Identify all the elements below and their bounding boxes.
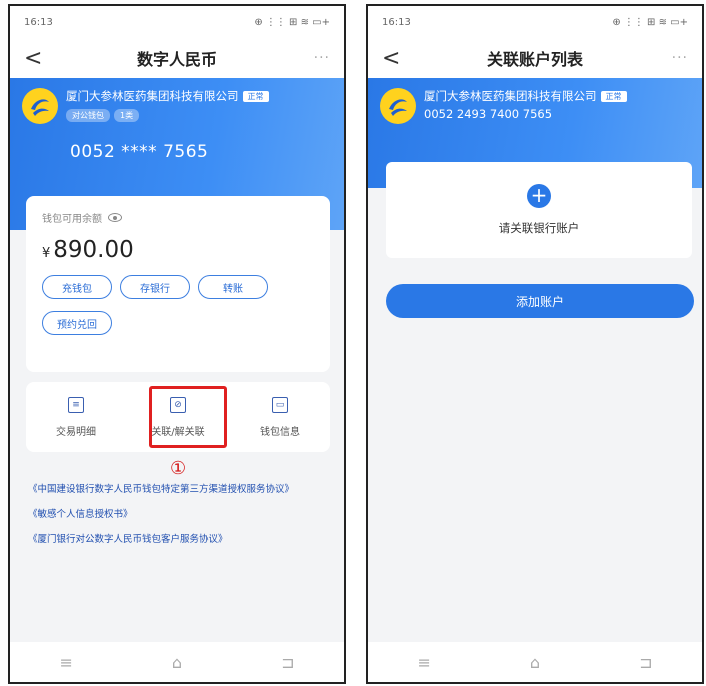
top-up-button[interactable]: 充钱包 [42, 275, 112, 299]
more-icon[interactable]: ··· [658, 50, 688, 66]
status-bar: 16:13 ⊕ ⋮⋮ ⊞ ≋ ▭+ [10, 6, 344, 38]
agreement-link-ccb[interactable]: 《中国建设银行数字人民币钱包特定第三方渠道授权服务协议》 [28, 482, 334, 497]
system-nav-bar: ≡ ⌂ ⊐ [368, 642, 702, 682]
link-icon: ⊘ [170, 396, 186, 413]
wallet-info-button[interactable]: ▭ 钱包信息 [236, 396, 324, 438]
list-icon: ≡ [68, 396, 84, 413]
agreement-links: 《中国建设银行数字人民币钱包特定第三方渠道授权服务协议》 《敏感个人信息授权书》… [28, 482, 334, 557]
back-icon[interactable]: < [24, 46, 54, 71]
reserve-redeem-button[interactable]: 预约兑回 [42, 311, 112, 335]
bank-logo [22, 88, 58, 124]
account-number: 0052 **** 7565 [70, 142, 209, 162]
wallet-level-tag: 1类 [114, 109, 140, 122]
back-nav-icon[interactable]: ⊐ [281, 653, 294, 672]
page-title: 数字人民币 [136, 50, 217, 69]
transaction-details-button[interactable]: ≡ 交易明细 [32, 396, 120, 438]
link-unlink-button[interactable]: ⊘ 关联/解关联 [134, 396, 222, 438]
org-name: 厦门大参林医药集团科技有限公司 正常 [424, 88, 627, 104]
action-bar: ≡ 交易明细 ⊘ 关联/解关联 ▭ 钱包信息 [26, 382, 330, 452]
wallet-type-tag: 对公钱包 [66, 109, 110, 122]
status-badge: 正常 [242, 91, 269, 102]
eye-icon[interactable] [108, 213, 122, 222]
transfer-button[interactable]: 转账 [198, 275, 268, 299]
deposit-bank-button[interactable]: 存银行 [120, 275, 190, 299]
menu-icon[interactable]: ≡ [418, 653, 431, 672]
org-name: 厦门大参林医药集团科技有限公司 正常 [66, 88, 269, 104]
home-icon[interactable]: ⌂ [530, 653, 540, 672]
nav-bar: < 数字人民币 ··· [10, 38, 344, 78]
agreement-link-xiamen[interactable]: 《厦门银行对公数字人民币钱包客户服务协议》 [28, 532, 334, 547]
wallet-icon: ▭ [272, 396, 288, 413]
link-bank-account-label: 请关联银行账户 [498, 221, 580, 235]
status-icons: ⊕ ⋮⋮ ⊞ ≋ ▭+ [612, 16, 688, 28]
balance-label: 钱包可用余额 [42, 210, 314, 225]
status-time: 16:13 [382, 16, 411, 28]
status-icons: ⊕ ⋮⋮ ⊞ ≋ ▭+ [254, 16, 330, 28]
system-nav-bar: ≡ ⌂ ⊐ [10, 642, 344, 682]
back-icon[interactable]: < [382, 46, 412, 71]
add-account-button[interactable]: 添加账户 [386, 284, 694, 318]
balance-amount: ¥890.00 [42, 237, 134, 263]
plus-icon[interactable]: + [527, 184, 551, 208]
linked-accounts-screen: 16:13 ⊕ ⋮⋮ ⊞ ≋ ▭+ < 关联账户列表 ··· 厦门大参林医药集团… [366, 4, 704, 684]
home-icon[interactable]: ⌂ [172, 653, 182, 672]
status-badge: 正常 [600, 91, 627, 102]
page-title: 关联账户列表 [486, 50, 583, 69]
back-nav-icon[interactable]: ⊐ [639, 653, 652, 672]
account-number: 0052 2493 7400 7565 [424, 107, 553, 121]
status-time: 16:13 [24, 16, 53, 28]
nav-bar: < 关联账户列表 ··· [368, 38, 702, 78]
step-marker: ① [170, 458, 187, 479]
bank-logo [380, 88, 416, 124]
status-bar: 16:13 ⊕ ⋮⋮ ⊞ ≋ ▭+ [368, 6, 702, 38]
link-bank-account-card[interactable]: + 请关联银行账户 [386, 162, 692, 258]
balance-card: 钱包可用余额 ¥890.00 充钱包 存银行 转账 预约兑回 [26, 196, 330, 372]
menu-icon[interactable]: ≡ [60, 653, 73, 672]
more-icon[interactable]: ··· [300, 50, 330, 66]
agreement-link-privacy[interactable]: 《敏感个人信息授权书》 [28, 507, 334, 522]
wallet-screen: 16:13 ⊕ ⋮⋮ ⊞ ≋ ▭+ < 数字人民币 ··· 厦门大参林医药集团科… [8, 4, 346, 684]
